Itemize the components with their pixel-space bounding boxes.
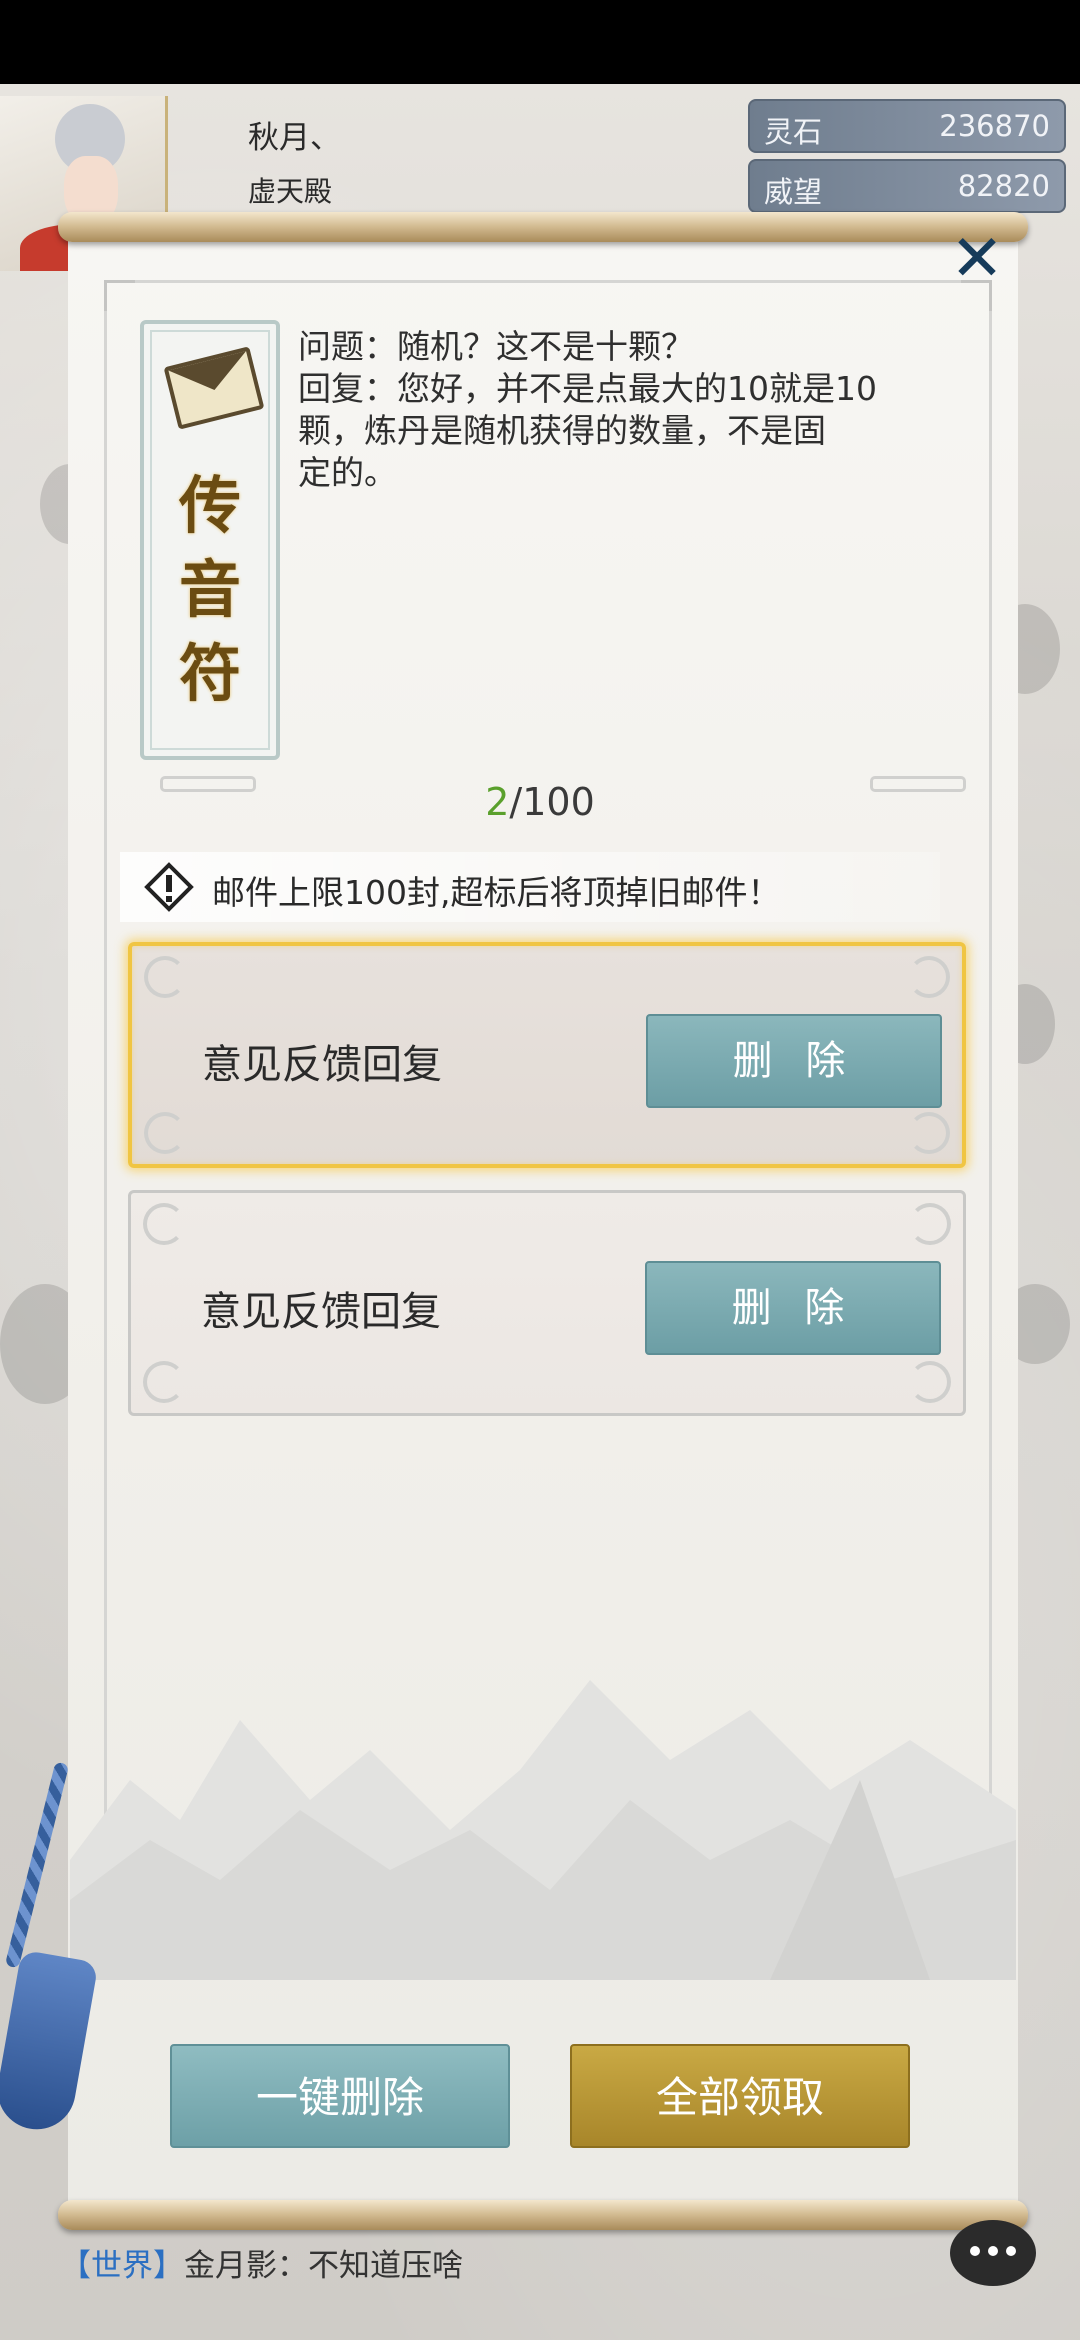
scroll-roller-top xyxy=(58,212,1028,242)
mail-title: 意见反馈回复 xyxy=(202,1042,442,1088)
player-name: 秋月、 xyxy=(248,120,341,156)
chat-message: 金月影：不知道压啥 xyxy=(184,2248,463,2284)
player-sect: 虚天殿 xyxy=(248,175,333,208)
mail-limit-notice: 邮件上限100封,超标后将顶掉旧邮件！ xyxy=(120,852,940,922)
mail-list-item[interactable]: 意见反馈回复 删 除 xyxy=(128,942,966,1168)
message-reply-line: 定的。 xyxy=(298,453,397,492)
warning-icon xyxy=(144,862,194,912)
mail-count: 2/100 xyxy=(0,780,1080,824)
prestige-label: 威望 xyxy=(764,175,823,209)
notice-text: 邮件上限100封,超标后将顶掉旧邮件！ xyxy=(212,873,781,912)
prestige-value: 82820 xyxy=(957,169,1050,203)
mail-count-total: /100 xyxy=(509,780,595,824)
world-chat-line[interactable]: 【世界】金月影：不知道压啥 xyxy=(60,2240,463,2285)
spirit-stone-label: 灵石 xyxy=(764,115,823,149)
seal-char: 音 xyxy=(178,553,241,626)
spirit-stone-counter: 灵石 236870 xyxy=(748,99,1066,153)
message-seal: 传 音 符 xyxy=(140,320,280,760)
seal-char: 符 xyxy=(178,637,241,710)
mountain-decoration xyxy=(70,1680,1016,1980)
delete-mail-button[interactable]: 删 除 xyxy=(646,1014,942,1108)
seal-char: 传 xyxy=(178,469,241,542)
message-reply-line: 回复：您好，并不是点最大的10就是10 xyxy=(298,369,877,408)
mail-title: 意见反馈回复 xyxy=(201,1289,441,1335)
close-button[interactable]: ✕ xyxy=(948,222,1006,296)
envelope-icon xyxy=(163,346,265,430)
scroll-roller-bottom xyxy=(58,2200,1028,2230)
delete-mail-button[interactable]: 删 除 xyxy=(645,1261,941,1355)
status-bar xyxy=(0,0,1080,84)
prestige-counter: 威望 82820 xyxy=(748,159,1066,213)
spirit-stone-value: 236870 xyxy=(939,109,1050,143)
claim-all-button[interactable]: 全部领取 xyxy=(570,2044,910,2148)
chat-icon[interactable] xyxy=(950,2220,1036,2286)
message-reply-line: 颗，炼丹是随机获得的数量，不是固 xyxy=(298,411,826,450)
delete-all-button[interactable]: 一键删除 xyxy=(170,2044,510,2148)
close-icon: ✕ xyxy=(950,222,1004,296)
message-question: 问题：随机？这不是十颗？ xyxy=(298,327,694,366)
seal-title: 传 音 符 xyxy=(144,464,276,716)
mail-list-item[interactable]: 意见反馈回复 删 除 xyxy=(128,1190,966,1416)
message-body: 问题：随机？这不是十颗？ 回复：您好，并不是点最大的10就是10 颗，炼丹是随机… xyxy=(298,326,948,494)
mail-count-current: 2 xyxy=(485,780,510,824)
chat-channel: 【世界】 xyxy=(60,2248,184,2284)
